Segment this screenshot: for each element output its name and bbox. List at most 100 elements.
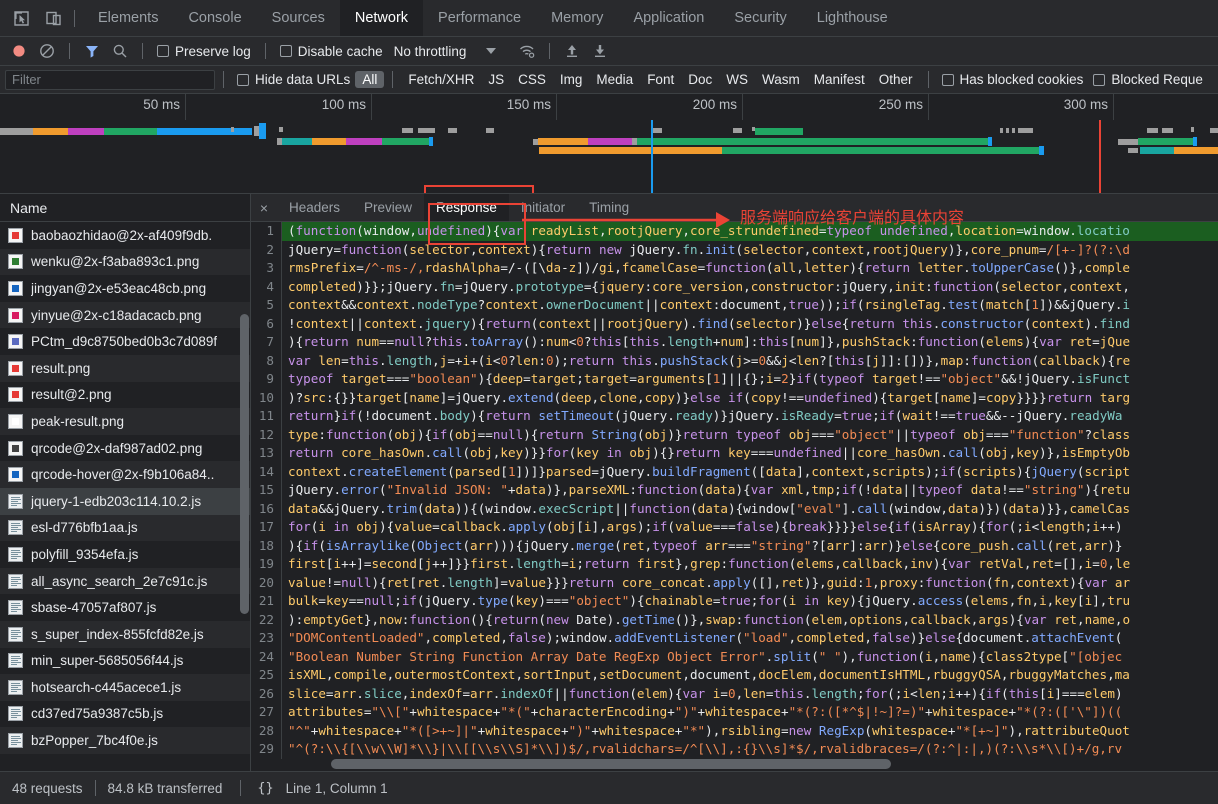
load-event-marker bbox=[1099, 120, 1101, 193]
overview-bar-segment bbox=[104, 128, 157, 135]
type-filter-fetch-xhr[interactable]: Fetch/XHR bbox=[401, 71, 481, 88]
request-row[interactable]: peak-result.png bbox=[0, 408, 250, 435]
network-control-bar: Preserve log Disable cache No throttling bbox=[0, 37, 1218, 66]
tab-performance[interactable]: Performance bbox=[423, 0, 536, 36]
code-line-text: var len=this.length,j=+i+(i<0?len:0);ret… bbox=[288, 352, 1131, 368]
type-filter-doc[interactable]: Doc bbox=[681, 71, 719, 88]
tab-console[interactable]: Console bbox=[173, 0, 256, 36]
tab-application[interactable]: Application bbox=[618, 0, 719, 36]
chip-label: JS bbox=[488, 72, 505, 87]
code-line: 28 "^"+whitespace+"*([>+~]|"+whitespace+"… bbox=[251, 721, 1218, 740]
request-row[interactable]: qrcode@2x-daf987ad02.png bbox=[0, 435, 250, 462]
request-row[interactable]: polyfill_9354efa.js bbox=[0, 541, 250, 568]
pretty-print-icon[interactable]: {} bbox=[241, 780, 281, 796]
filter-input[interactable] bbox=[5, 69, 215, 90]
overview-bar-segment bbox=[1138, 138, 1193, 145]
type-filter-other[interactable]: Other bbox=[872, 71, 920, 88]
type-filter-all[interactable]: All bbox=[355, 71, 385, 88]
search-icon[interactable] bbox=[107, 39, 133, 63]
request-row[interactable]: bzPopper_7bc4f0e.js bbox=[0, 727, 250, 754]
inspect-element-icon[interactable] bbox=[10, 7, 32, 29]
request-row-name: peak-result.png bbox=[31, 413, 125, 429]
request-row[interactable]: yinyue@2x-c18adacacb.png bbox=[0, 301, 250, 329]
code-line: 6 !context||context.jquery){return(contex… bbox=[251, 314, 1218, 333]
tab-sources[interactable]: Sources bbox=[257, 0, 340, 36]
tab-network[interactable]: Network bbox=[339, 0, 424, 36]
has-blocked-cookies-label: Has blocked cookies bbox=[959, 72, 1084, 87]
chip-label: CSS bbox=[518, 72, 546, 87]
chevron-down-icon bbox=[486, 48, 497, 54]
request-row-name: all_async_search_2e7c91c.js bbox=[31, 573, 208, 589]
network-overview-timeline[interactable]: 50 ms 100 ms 150 ms 200 ms 250 ms 300 ms bbox=[0, 94, 1218, 194]
request-row[interactable]: esl-d776bfb1aa.js bbox=[0, 514, 250, 542]
request-list-header[interactable]: Name bbox=[0, 194, 250, 222]
type-filter-img[interactable]: Img bbox=[553, 71, 590, 88]
request-row[interactable]: jquery-1-edb203c114.10.2.js bbox=[0, 487, 250, 515]
code-line: 27 attributes="\\["+whitespace+"*("+chara… bbox=[251, 703, 1218, 722]
request-row[interactable]: s_super_index-855fcfd82e.js bbox=[0, 620, 250, 648]
type-filter-js[interactable]: JS bbox=[481, 71, 511, 88]
has-blocked-cookies-checkbox[interactable]: Has blocked cookies bbox=[937, 72, 1089, 87]
request-row[interactable]: min_super-5685056f44.js bbox=[0, 648, 250, 675]
request-row[interactable]: result.png bbox=[0, 354, 250, 382]
code-line-number: 22 bbox=[258, 611, 274, 627]
tab-label: Lighthouse bbox=[816, 10, 888, 26]
type-filter-css[interactable]: CSS bbox=[511, 71, 553, 88]
request-row[interactable]: baobaozhidao@2x-af409f9db. bbox=[0, 222, 250, 249]
detail-tab-preview[interactable]: Preview bbox=[352, 194, 424, 221]
overview-bar-segment bbox=[259, 123, 266, 139]
close-icon[interactable]: × bbox=[251, 194, 277, 221]
type-filter-manifest[interactable]: Manifest bbox=[807, 71, 872, 88]
request-row[interactable]: jingyan@2x-e53eac48cb.png bbox=[0, 275, 250, 302]
code-horizontal-scrollbar[interactable] bbox=[331, 759, 891, 769]
request-list-body[interactable]: baobaozhidao@2x-af409f9db. wenku@2x-f3aba… bbox=[0, 222, 250, 771]
record-button[interactable] bbox=[6, 39, 32, 63]
overview-bar-segment bbox=[755, 128, 803, 135]
detail-tab-label: Response bbox=[436, 200, 497, 215]
import-har-icon[interactable] bbox=[559, 39, 585, 63]
code-line-number: 14 bbox=[258, 463, 274, 479]
type-filter-ws[interactable]: WS bbox=[719, 71, 755, 88]
checkbox-box bbox=[279, 45, 292, 57]
request-row[interactable]: hotsearch-c445acece1.js bbox=[0, 674, 250, 701]
tab-label: Elements bbox=[98, 10, 159, 26]
detail-tab-initiator[interactable]: Initiator bbox=[509, 194, 577, 221]
tab-lighthouse[interactable]: Lighthouse bbox=[802, 0, 903, 36]
detail-tab-headers[interactable]: Headers bbox=[277, 194, 352, 221]
request-row[interactable]: cd37ed75a9387c5b.js bbox=[0, 701, 250, 728]
type-filter-media[interactable]: Media bbox=[589, 71, 640, 88]
overview-bar-segment bbox=[1174, 147, 1218, 154]
request-row[interactable]: PCtm_d9c8750bed0b3c7d089f bbox=[0, 328, 250, 355]
disable-cache-checkbox[interactable]: Disable cache bbox=[275, 44, 388, 59]
blocked-requests-checkbox[interactable]: Blocked Reque bbox=[1088, 72, 1208, 87]
detail-tab-timing[interactable]: Timing bbox=[577, 194, 641, 221]
type-filter-wasm[interactable]: Wasm bbox=[755, 71, 807, 88]
throttling-select[interactable]: No throttling bbox=[390, 44, 501, 59]
overview-selection-box[interactable] bbox=[424, 185, 534, 193]
request-row[interactable]: qrcode-hover@2x-f9b106a84.. bbox=[0, 461, 250, 488]
checkbox-box bbox=[237, 73, 249, 86]
code-line-text: context.createElement(parsed[1])]}parsed… bbox=[288, 463, 1130, 479]
tab-elements[interactable]: Elements bbox=[83, 0, 173, 36]
preserve-log-checkbox[interactable]: Preserve log bbox=[152, 44, 256, 59]
checkbox-box bbox=[1093, 73, 1106, 86]
type-filter-font[interactable]: Font bbox=[640, 71, 681, 88]
overview-bar-segment bbox=[1018, 128, 1033, 133]
request-row[interactable]: sbase-47057af807.js bbox=[0, 594, 250, 621]
hide-data-urls-checkbox[interactable]: Hide data URLs bbox=[232, 72, 355, 87]
tab-security[interactable]: Security bbox=[719, 0, 801, 36]
detail-tab-response[interactable]: Response bbox=[424, 194, 509, 221]
network-conditions-icon[interactable] bbox=[514, 39, 540, 63]
chip-label: WS bbox=[726, 72, 748, 87]
request-list-scrollbar[interactable] bbox=[240, 314, 249, 614]
request-row[interactable]: wenku@2x-f3aba893c1.png bbox=[0, 248, 250, 276]
export-har-icon[interactable] bbox=[587, 39, 613, 63]
filter-icon[interactable] bbox=[79, 39, 105, 63]
resource-type-filters: All Fetch/XHR JS CSS Img Media Font Doc … bbox=[355, 71, 919, 88]
response-body-code-view[interactable]: 1 (function(window,undefined){var readyLi… bbox=[251, 222, 1218, 771]
clear-button[interactable] bbox=[34, 39, 60, 63]
request-row[interactable]: result@2.png bbox=[0, 382, 250, 409]
request-row[interactable]: all_async_search_2e7c91c.js bbox=[0, 567, 250, 595]
tab-memory[interactable]: Memory bbox=[536, 0, 618, 36]
device-toolbar-icon[interactable] bbox=[42, 7, 64, 29]
